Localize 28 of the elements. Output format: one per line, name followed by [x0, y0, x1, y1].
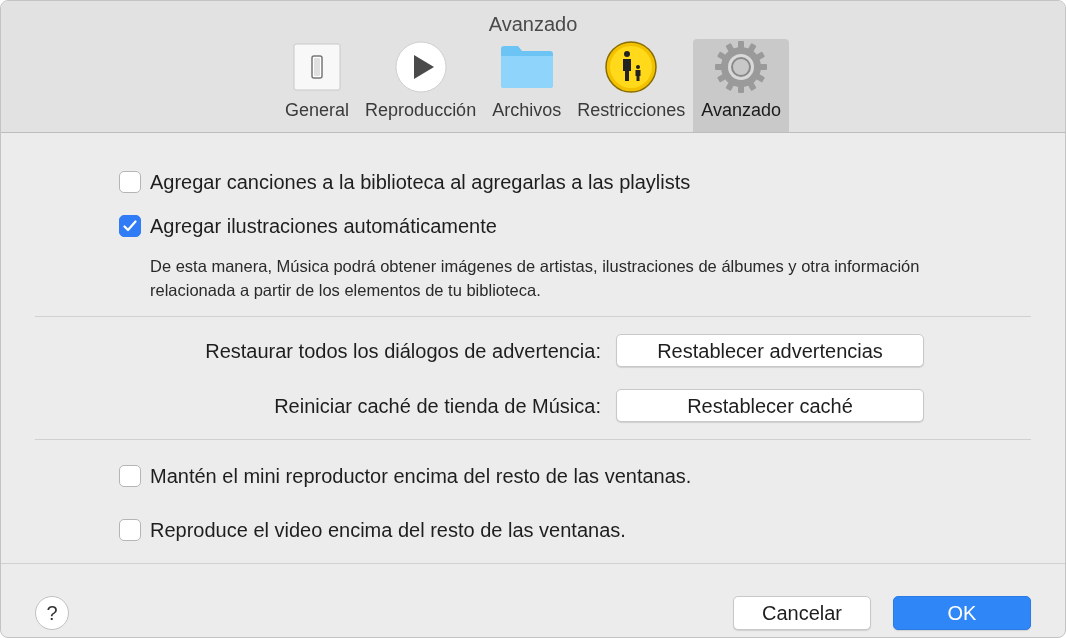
- folder-icon: [499, 45, 554, 89]
- reset-button[interactable]: Restablecer advertencias: [616, 334, 924, 367]
- help-button[interactable]: ?: [35, 596, 69, 630]
- checkbox-label: Agregar ilustraciones automáticamente: [150, 214, 497, 239]
- setting-label: Reiniciar caché de tienda de Música:: [273, 393, 601, 419]
- window-title: Avanzado: [488, 12, 578, 37]
- description-text: De esta manera, Música podrá obtener imágenes de artistas, ilustraciones de álbumes y otra información relacionada a partir de los elementos de tu biblioteca.: [150, 256, 921, 301]
- setting-label: Restaurar todos los diálogos de advertencia:: [204, 338, 601, 364]
- checkbox-label: Reproduce el video encima del resto de las ventanas.: [150, 518, 626, 543]
- checkbox[interactable]: [119, 171, 141, 193]
- switch-icon: [293, 43, 342, 91]
- toolbar-tab[interactable]: General: [277, 39, 358, 132]
- gear-icon: [714, 40, 769, 94]
- toolbar-tab[interactable]: Restricciones: [569, 39, 694, 132]
- play-icon: [394, 41, 447, 93]
- toolbar-tab[interactable]: Reproducción: [357, 39, 485, 132]
- ok-button[interactable]: OK: [893, 596, 1031, 630]
- toolbar-tab[interactable]: Avanzado: [693, 39, 789, 132]
- checkbox-label: Agregar canciones a la biblioteca al agregarlas a las playlists: [150, 170, 691, 195]
- cancel-button[interactable]: Cancelar: [733, 596, 871, 630]
- checkbox[interactable]: [119, 519, 141, 541]
- parent-child-icon: [605, 41, 658, 93]
- checkbox[interactable]: [119, 465, 141, 487]
- toolbar-tab[interactable]: Archivos: [484, 39, 570, 132]
- checkbox[interactable]: [119, 215, 141, 237]
- checkmark-icon: [123, 220, 137, 232]
- checkbox-label: Mantén el mini reproductor encima del resto de las ventanas.: [150, 464, 692, 489]
- reset-button[interactable]: Restablecer caché: [616, 389, 924, 422]
